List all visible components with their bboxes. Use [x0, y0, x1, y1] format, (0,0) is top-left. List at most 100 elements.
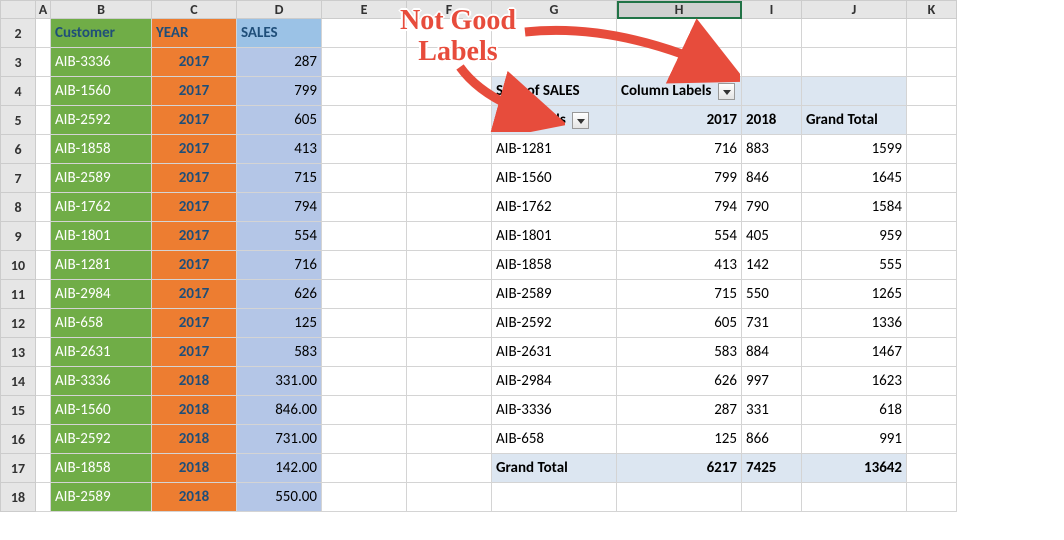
pivot-value-2017[interactable]: 715 — [617, 280, 742, 309]
header-customer[interactable]: Customer — [51, 19, 152, 48]
source-year[interactable]: 2017 — [152, 309, 237, 338]
cell-F13[interactable] — [407, 338, 492, 367]
cell-F15[interactable] — [407, 396, 492, 425]
cell-K13[interactable] — [907, 338, 957, 367]
cell-F11[interactable] — [407, 280, 492, 309]
pivot-value-2017[interactable]: 605 — [617, 309, 742, 338]
pivot-row-total[interactable]: 618 — [802, 396, 907, 425]
cell-H2[interactable] — [617, 19, 742, 48]
pivot-value-2017[interactable]: 716 — [617, 135, 742, 164]
row-header-6[interactable]: 6 — [1, 135, 36, 164]
row-header-18[interactable]: 18 — [1, 483, 36, 512]
source-sales[interactable]: 716 — [237, 251, 322, 280]
cell-K15[interactable] — [907, 396, 957, 425]
cell-A14[interactable] — [36, 367, 51, 396]
pivot-value-2018[interactable]: 846 — [742, 164, 802, 193]
cell-J2[interactable] — [802, 19, 907, 48]
cell-F16[interactable] — [407, 425, 492, 454]
pivot-value-2018[interactable]: 883 — [742, 135, 802, 164]
source-year[interactable]: 2017 — [152, 338, 237, 367]
source-sales[interactable]: 846.00 — [237, 396, 322, 425]
source-year[interactable]: 2017 — [152, 222, 237, 251]
cell-J4[interactable] — [802, 77, 907, 106]
column-labels-dropdown-icon[interactable] — [718, 83, 735, 100]
cell-A2[interactable] — [36, 19, 51, 48]
row-header-2[interactable]: 2 — [1, 19, 36, 48]
cell-E6[interactable] — [322, 135, 407, 164]
source-customer[interactable]: AIB-2984 — [51, 280, 152, 309]
cell-A16[interactable] — [36, 425, 51, 454]
cell-E3[interactable] — [322, 48, 407, 77]
pivot-value-2018[interactable]: 866 — [742, 425, 802, 454]
pivot-value-2018[interactable]: 884 — [742, 338, 802, 367]
cell-E11[interactable] — [322, 280, 407, 309]
pivot-row-label[interactable]: AIB-1762 — [492, 193, 617, 222]
source-sales[interactable]: 605 — [237, 106, 322, 135]
source-customer[interactable]: AIB-1801 — [51, 222, 152, 251]
source-year[interactable]: 2018 — [152, 454, 237, 483]
row-header-12[interactable]: 12 — [1, 309, 36, 338]
cell-K3[interactable] — [907, 48, 957, 77]
cell-E7[interactable] — [322, 164, 407, 193]
source-sales[interactable]: 715 — [237, 164, 322, 193]
source-year[interactable]: 2017 — [152, 280, 237, 309]
cell-F14[interactable] — [407, 367, 492, 396]
cell-A10[interactable] — [36, 251, 51, 280]
cell-F10[interactable] — [407, 251, 492, 280]
cell-K18[interactable] — [907, 483, 957, 512]
source-year[interactable]: 2017 — [152, 164, 237, 193]
pivot-row-total[interactable]: 959 — [802, 222, 907, 251]
cell-A3[interactable] — [36, 48, 51, 77]
source-customer[interactable]: AIB-3336 — [51, 48, 152, 77]
cell-F7[interactable] — [407, 164, 492, 193]
cell-E2[interactable] — [322, 19, 407, 48]
source-sales[interactable]: 583 — [237, 338, 322, 367]
pivot-year-2018[interactable]: 2018 — [742, 106, 802, 135]
pivot-row-total[interactable]: 1599 — [802, 135, 907, 164]
source-year[interactable]: 2018 — [152, 396, 237, 425]
row-header-14[interactable]: 14 — [1, 367, 36, 396]
row-header-17[interactable]: 17 — [1, 454, 36, 483]
cell-F6[interactable] — [407, 135, 492, 164]
cell-A15[interactable] — [36, 396, 51, 425]
source-sales[interactable]: 799 — [237, 77, 322, 106]
cell-E16[interactable] — [322, 425, 407, 454]
row-header-4[interactable]: 4 — [1, 77, 36, 106]
pivot-grand-total-label[interactable]: Grand Total — [492, 454, 617, 483]
pivot-value-2017[interactable]: 125 — [617, 425, 742, 454]
pivot-row-total[interactable]: 555 — [802, 251, 907, 280]
source-sales[interactable]: 331.00 — [237, 367, 322, 396]
pivot-year-2017[interactable]: 2017 — [617, 106, 742, 135]
col-header-I[interactable]: I — [742, 1, 802, 19]
pivot-row-total[interactable]: 991 — [802, 425, 907, 454]
col-header-K[interactable]: K — [907, 1, 957, 19]
row-header-8[interactable]: 8 — [1, 193, 36, 222]
cell-I3[interactable] — [742, 48, 802, 77]
header-sales[interactable]: SALES — [237, 19, 322, 48]
source-sales[interactable]: 731.00 — [237, 425, 322, 454]
source-customer[interactable]: AIB-1858 — [51, 454, 152, 483]
pivot-row-total[interactable]: 1467 — [802, 338, 907, 367]
col-header-B[interactable]: B — [51, 1, 152, 19]
source-year[interactable]: 2018 — [152, 367, 237, 396]
source-year[interactable]: 2017 — [152, 77, 237, 106]
cell-A6[interactable] — [36, 135, 51, 164]
source-customer[interactable]: AIB-1281 — [51, 251, 152, 280]
cell-A18[interactable] — [36, 483, 51, 512]
cell-A12[interactable] — [36, 309, 51, 338]
source-sales[interactable]: 626 — [237, 280, 322, 309]
col-header-E[interactable]: E — [322, 1, 407, 19]
pivot-row-label[interactable]: AIB-1858 — [492, 251, 617, 280]
cell-A5[interactable] — [36, 106, 51, 135]
source-year[interactable]: 2017 — [152, 135, 237, 164]
pivot-row-labels[interactable]: Row Labels — [492, 106, 617, 135]
pivot-value-2017[interactable]: 626 — [617, 367, 742, 396]
source-customer[interactable]: AIB-1560 — [51, 396, 152, 425]
cell-A13[interactable] — [36, 338, 51, 367]
cell-E5[interactable] — [322, 106, 407, 135]
cell-I18[interactable] — [742, 483, 802, 512]
cell-J3[interactable] — [802, 48, 907, 77]
row-header-13[interactable]: 13 — [1, 338, 36, 367]
source-sales[interactable]: 554 — [237, 222, 322, 251]
source-customer[interactable]: AIB-1560 — [51, 77, 152, 106]
